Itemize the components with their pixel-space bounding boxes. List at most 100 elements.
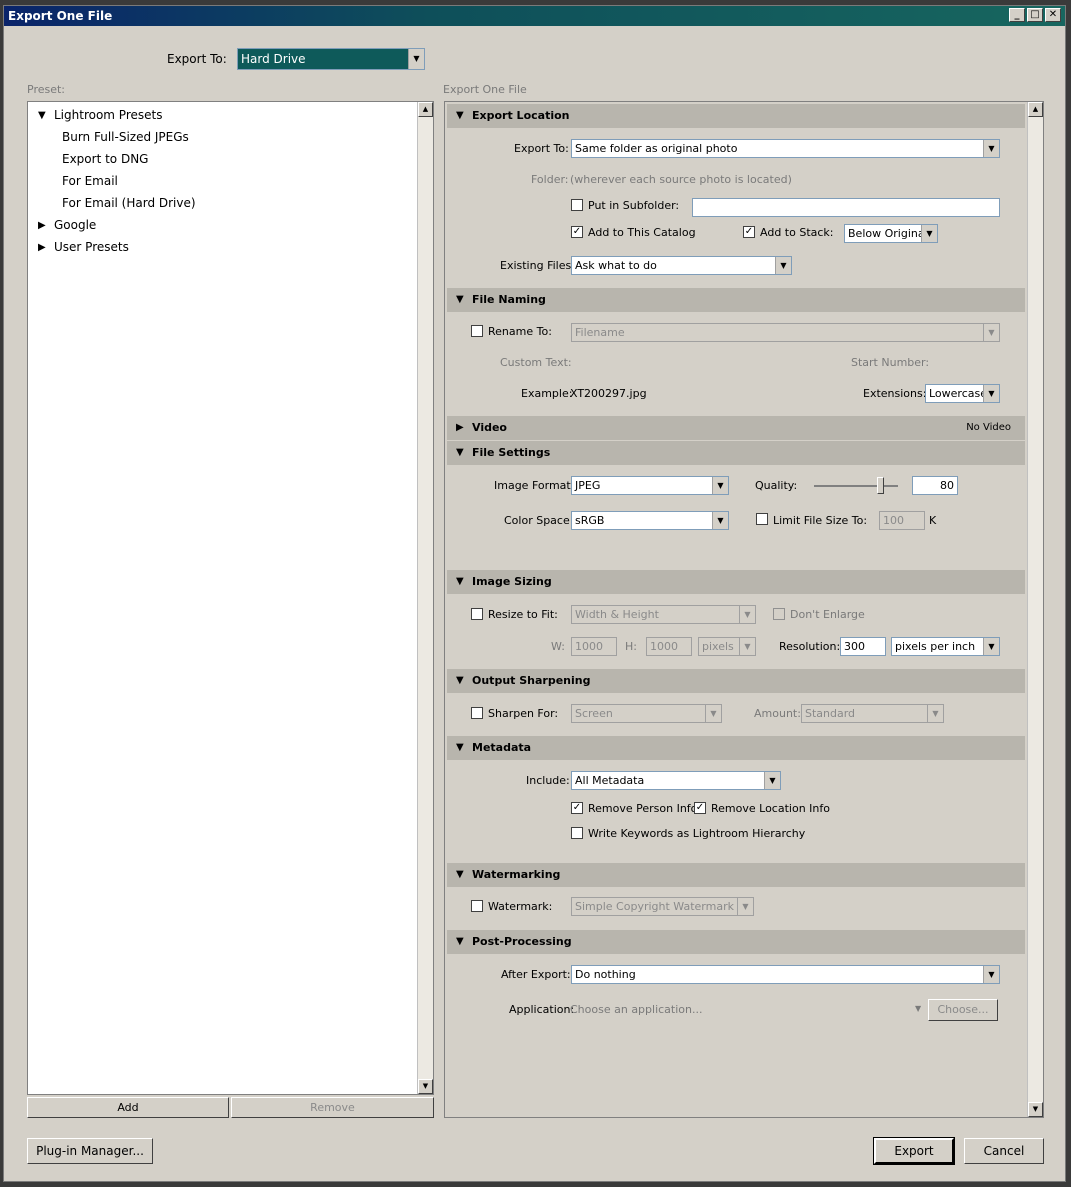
resolution-unit-select[interactable]: pixels per inch ▼ — [891, 637, 1000, 656]
window-title: Export One File — [8, 9, 113, 23]
height-input[interactable]: 1000 — [646, 637, 692, 656]
watermark-checkbox[interactable] — [471, 900, 483, 912]
include-select[interactable]: All Metadata ▼ — [571, 771, 781, 790]
preset-item[interactable]: Burn Full-Sized JPEGs — [62, 130, 189, 144]
scroll-up-icon[interactable]: ▲ — [1028, 102, 1043, 117]
minimize-icon[interactable]: _ — [1009, 8, 1025, 22]
collapse-triangle-icon[interactable]: ▶ — [38, 242, 46, 253]
preset-item[interactable]: Export to DNG — [62, 152, 148, 166]
chevron-down-icon: ▼ — [408, 49, 424, 69]
remove-preset-button[interactable]: Remove — [231, 1097, 434, 1118]
add-stack-checkbox[interactable]: ✓ — [743, 226, 755, 238]
export-to-value: Hard Drive — [241, 52, 306, 66]
after-export-select[interactable]: Do nothing ▼ — [571, 965, 1000, 984]
section-file-settings[interactable]: ▼ File Settings — [447, 441, 1025, 465]
plugin-manager-button[interactable]: Plug-in Manager... — [27, 1138, 153, 1164]
section-output-sharpening[interactable]: ▼ Output Sharpening — [447, 669, 1025, 693]
resize-checkbox[interactable] — [471, 608, 483, 620]
section-video[interactable]: ▶ Video No Video — [447, 416, 1025, 440]
resize-select[interactable]: Width & Height ▼ — [571, 605, 756, 624]
collapse-triangle-icon[interactable]: ▶ — [38, 220, 46, 231]
add-preset-button[interactable]: Add — [27, 1097, 229, 1118]
export-location-select[interactable]: Same folder as original photo ▼ — [571, 139, 1000, 158]
preset-group-user[interactable]: User Presets — [54, 240, 129, 254]
section-post-processing[interactable]: ▼ Post-Processing — [447, 930, 1025, 954]
sharpen-select[interactable]: Screen ▼ — [571, 704, 722, 723]
close-icon[interactable]: ✕ — [1045, 8, 1061, 22]
preset-item[interactable]: For Email — [62, 174, 118, 188]
include-value: All Metadata — [575, 774, 645, 787]
sharpen-value: Screen — [575, 707, 613, 720]
export-location-value: Same folder as original photo — [575, 142, 738, 155]
custom-text-label: Custom Text: — [500, 356, 572, 369]
image-format-select[interactable]: JPEG ▼ — [571, 476, 729, 495]
section-title: Image Sizing — [472, 575, 552, 588]
section-metadata[interactable]: ▼ Metadata — [447, 736, 1025, 760]
resolution-input[interactable]: 300 — [840, 637, 886, 656]
stack-select[interactable]: Below Original ▼ — [844, 224, 938, 243]
width-input[interactable]: 1000 — [571, 637, 617, 656]
cancel-button[interactable]: Cancel — [964, 1138, 1044, 1164]
limit-size-label: Limit File Size To: — [773, 514, 868, 527]
chevron-down-icon: ▼ — [983, 140, 999, 157]
preset-group-lightroom[interactable]: Lightroom Presets — [54, 108, 162, 122]
watermark-label: Watermark: — [488, 900, 553, 913]
settings-header: Export One File — [443, 83, 527, 96]
subfolder-input[interactable] — [692, 198, 1000, 217]
preset-item[interactable]: For Email (Hard Drive) — [62, 196, 196, 210]
section-file-naming[interactable]: ▼ File Naming — [447, 288, 1025, 312]
quality-input[interactable]: 80 — [912, 476, 958, 495]
expand-triangle-icon[interactable]: ▼ — [38, 110, 46, 121]
amount-select[interactable]: Standard ▼ — [801, 704, 944, 723]
rename-checkbox[interactable] — [471, 325, 483, 337]
section-watermarking[interactable]: ▼ Watermarking — [447, 863, 1025, 887]
chevron-down-icon: ▼ — [739, 606, 755, 623]
chevron-down-icon: ▼ — [927, 705, 943, 722]
preset-group-google[interactable]: Google — [54, 218, 96, 232]
include-label: Include: — [526, 774, 570, 787]
write-keywords-checkbox[interactable] — [571, 827, 583, 839]
dont-enlarge-checkbox[interactable] — [773, 608, 785, 620]
application-value: Choose an application... — [570, 1003, 703, 1016]
extensions-value: Lowercase — [929, 387, 987, 400]
rename-select[interactable]: Filename ▼ — [571, 323, 1000, 342]
preset-scrollbar[interactable]: ▲ ▼ — [417, 102, 433, 1094]
color-space-select[interactable]: sRGB ▼ — [571, 511, 729, 530]
quality-slider-track[interactable] — [814, 485, 898, 487]
example-value: XT200297.jpg — [570, 387, 647, 400]
sharpen-checkbox[interactable] — [471, 707, 483, 719]
choose-application-button[interactable]: Choose... — [928, 999, 998, 1021]
scroll-down-icon[interactable]: ▼ — [1028, 1102, 1043, 1117]
section-image-sizing[interactable]: ▼ Image Sizing — [447, 570, 1025, 594]
section-title: Export Location — [472, 109, 570, 122]
chevron-down-icon: ▼ — [705, 705, 721, 722]
add-stack-label: Add to Stack: — [760, 226, 834, 239]
sharpen-label: Sharpen For: — [488, 707, 559, 720]
scroll-down-icon[interactable]: ▼ — [418, 1079, 433, 1094]
export-to-label: Export To: — [167, 52, 227, 66]
limit-size-input[interactable]: 100 — [879, 511, 925, 530]
size-unit-select[interactable]: pixels ▼ — [698, 637, 756, 656]
section-export-location[interactable]: ▼ Export Location — [447, 104, 1025, 128]
chevron-down-icon[interactable]: ▼ — [915, 1004, 921, 1013]
maximize-icon[interactable]: □ — [1027, 8, 1043, 22]
export-to-select[interactable]: Hard Drive ▼ — [237, 48, 425, 70]
application-label: Application: — [509, 1003, 575, 1016]
quality-slider-thumb[interactable] — [877, 477, 884, 494]
scroll-up-icon[interactable]: ▲ — [418, 102, 433, 117]
remove-location-checkbox[interactable]: ✓ — [694, 802, 706, 814]
extensions-select[interactable]: Lowercase ▼ — [925, 384, 1000, 403]
section-title: File Settings — [472, 446, 551, 459]
rename-value: Filename — [575, 326, 625, 339]
watermark-select[interactable]: Simple Copyright Watermark ▼ — [571, 897, 754, 916]
folder-label: Folder: — [531, 173, 569, 186]
add-catalog-checkbox[interactable]: ✓ — [571, 226, 583, 238]
export-button[interactable]: Export — [873, 1137, 955, 1165]
limit-size-checkbox[interactable] — [756, 513, 768, 525]
subfolder-checkbox[interactable] — [571, 199, 583, 211]
remove-person-checkbox[interactable]: ✓ — [571, 802, 583, 814]
existing-files-select[interactable]: Ask what to do ▼ — [571, 256, 792, 275]
section-title: Post-Processing — [472, 935, 572, 948]
settings-scrollbar[interactable]: ▲ ▼ — [1027, 102, 1043, 1117]
expand-triangle-icon: ▼ — [456, 742, 464, 753]
